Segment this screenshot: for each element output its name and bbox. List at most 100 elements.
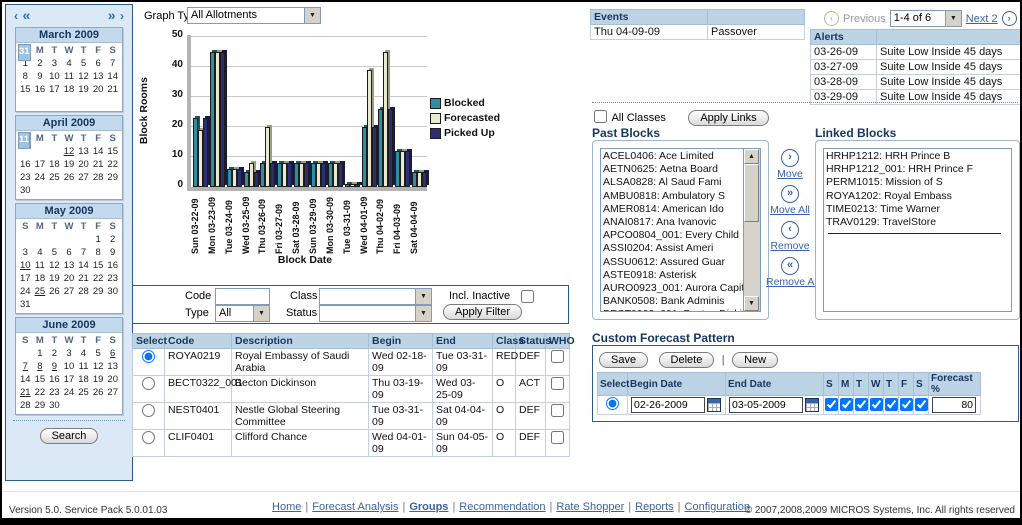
calendar-day[interactable]: 27 (62, 285, 77, 298)
calendar-day[interactable]: 28 (18, 399, 33, 412)
calendar-day[interactable]: 16 (47, 373, 62, 386)
calendar-day[interactable]: 24 (33, 171, 48, 184)
calendar-picker-icon[interactable] (707, 398, 721, 412)
list-item[interactable]: AETN0625: Aetna Board (603, 163, 743, 176)
footer-link-recommendation[interactable]: Recommendation (459, 501, 545, 513)
calendar-day[interactable]: 10 (62, 360, 77, 373)
who-checkbox[interactable] (551, 350, 564, 363)
calendar-day[interactable]: 12 (47, 259, 62, 272)
calendar-day[interactable]: 30 (47, 399, 62, 412)
calendar-day[interactable]: 16 (105, 259, 120, 272)
row-select-radio[interactable] (142, 404, 155, 417)
calendar-day[interactable]: 19 (91, 373, 106, 386)
forecast-percent-input[interactable] (932, 397, 976, 413)
calendar-day[interactable]: 27 (105, 386, 120, 399)
calendar-day[interactable]: 11 (18, 132, 30, 149)
calendar-day[interactable]: 2 (33, 57, 48, 70)
calendar-day[interactable]: 15 (105, 145, 120, 158)
scrollbar-thumb[interactable] (744, 164, 759, 222)
calendar-day[interactable]: 17 (18, 272, 33, 285)
calendar-day[interactable]: 29 (105, 171, 120, 184)
calendar-day[interactable]: 20 (105, 373, 120, 386)
day-checkbox[interactable] (915, 398, 928, 411)
footer-link-rate-shopper[interactable]: Rate Shopper (556, 501, 624, 513)
calendar-day[interactable]: 10 (18, 259, 33, 272)
calendar-day[interactable]: 7 (105, 57, 120, 70)
calendar-day[interactable]: 6 (91, 57, 106, 70)
list-item[interactable]: HRHP1212: HRH Prince B (826, 150, 1011, 163)
calendar-day[interactable]: 12 (76, 70, 91, 83)
calendar-day[interactable]: 17 (62, 373, 77, 386)
calendar-day[interactable]: 21 (18, 386, 33, 399)
calendar-day[interactable]: 20 (62, 272, 77, 285)
list-item[interactable]: ASSI0204: Assist Ameri (603, 242, 743, 255)
status-select[interactable]: ▼ (319, 305, 432, 322)
calendar-day[interactable]: 14 (18, 373, 33, 386)
calendar-day[interactable]: 5 (76, 57, 91, 70)
list-item[interactable]: ASTE0918: Asterisk (603, 269, 743, 282)
remove-all-icon[interactable]: « (781, 257, 799, 275)
who-checkbox[interactable] (551, 404, 564, 417)
calendar-day[interactable]: 26 (91, 386, 106, 399)
begin-date-input[interactable] (631, 397, 705, 413)
calendar-day[interactable]: 17 (47, 83, 62, 96)
footer-link-forecast-analysis[interactable]: Forecast Analysis (312, 501, 398, 513)
row-select-radio[interactable] (142, 431, 155, 444)
calendar-day[interactable]: 15 (91, 259, 106, 272)
calendar-day[interactable]: 1 (91, 233, 106, 246)
calendar-day[interactable]: 30 (105, 285, 120, 298)
calendar-day[interactable]: 26 (47, 285, 62, 298)
calendar-day[interactable]: 11 (62, 70, 77, 83)
day-checkbox[interactable] (855, 398, 868, 411)
remove-icon[interactable]: ‹ (781, 221, 799, 239)
day-checkbox[interactable] (840, 398, 853, 411)
list-item[interactable]: TIME0213: Time Warner (826, 203, 1011, 216)
calendar-day[interactable]: 16 (18, 158, 33, 171)
list-item[interactable]: AMBU0818: Ambulatory S (603, 190, 743, 203)
calendar-day[interactable]: 28 (76, 285, 91, 298)
calendar-day[interactable]: 25 (47, 171, 62, 184)
calendar-day[interactable]: 13 (76, 145, 91, 158)
calendar-day[interactable]: 3 (18, 246, 33, 259)
calendar-day[interactable]: 3 (62, 347, 77, 360)
list-item[interactable]: APCO0804_001: Every Child (603, 229, 743, 242)
calendar-day[interactable]: 26 (62, 171, 77, 184)
calendar-day[interactable]: 22 (91, 272, 106, 285)
row-select-radio[interactable] (142, 350, 155, 363)
move-link[interactable]: Move (766, 168, 814, 180)
calendar-day[interactable]: 21 (105, 83, 120, 96)
class-select[interactable]: ▼ (319, 288, 432, 305)
calendar-day[interactable]: 13 (91, 70, 106, 83)
move-all-link[interactable]: Move All (766, 204, 814, 216)
calendar-day[interactable]: 6 (105, 347, 120, 360)
calendar-day[interactable]: 4 (33, 246, 48, 259)
past-blocks-listbox[interactable]: ACEL0406: Ace LimitedAETN0625: Aetna Boa… (600, 148, 761, 312)
calendar-day[interactable]: 31 (18, 44, 31, 61)
day-checkbox[interactable] (900, 398, 913, 411)
calendar-day[interactable]: 24 (62, 386, 77, 399)
calendar-day[interactable]: 23 (105, 272, 120, 285)
calendar-day[interactable]: 12 (62, 145, 77, 158)
calendar-day[interactable]: 14 (76, 259, 91, 272)
calendar-day[interactable]: 20 (91, 83, 106, 96)
footer-link-home[interactable]: Home (272, 501, 301, 513)
calendar-day[interactable]: 23 (18, 171, 33, 184)
calendar-day[interactable]: 2 (105, 233, 120, 246)
who-checkbox[interactable] (551, 377, 564, 390)
calendar-day[interactable]: 17 (33, 158, 48, 171)
remove-all-link[interactable]: Remove All (766, 276, 814, 288)
end-date-input[interactable] (729, 397, 803, 413)
search-button[interactable]: Search (40, 428, 99, 444)
list-item[interactable]: ALSA0828: Al Saud Fami (603, 176, 743, 189)
calendar-day[interactable]: 14 (105, 70, 120, 83)
next-page-icon[interactable]: › (1002, 11, 1017, 26)
calendar-day[interactable]: 22 (105, 158, 120, 171)
calendar-day[interactable]: 22 (33, 386, 48, 399)
calendar-day[interactable]: 18 (62, 83, 77, 96)
calendar-day[interactable]: 28 (91, 171, 106, 184)
calendar-day[interactable]: 18 (47, 158, 62, 171)
list-item[interactable]: ROYA1202: Royal Embass (826, 190, 1011, 203)
type-select[interactable]: All ▼ (215, 305, 270, 322)
list-item[interactable]: AURO0923_001: Aurora Capit (603, 282, 743, 295)
list-item[interactable]: TRAV0129: TravelStore (826, 216, 1011, 229)
